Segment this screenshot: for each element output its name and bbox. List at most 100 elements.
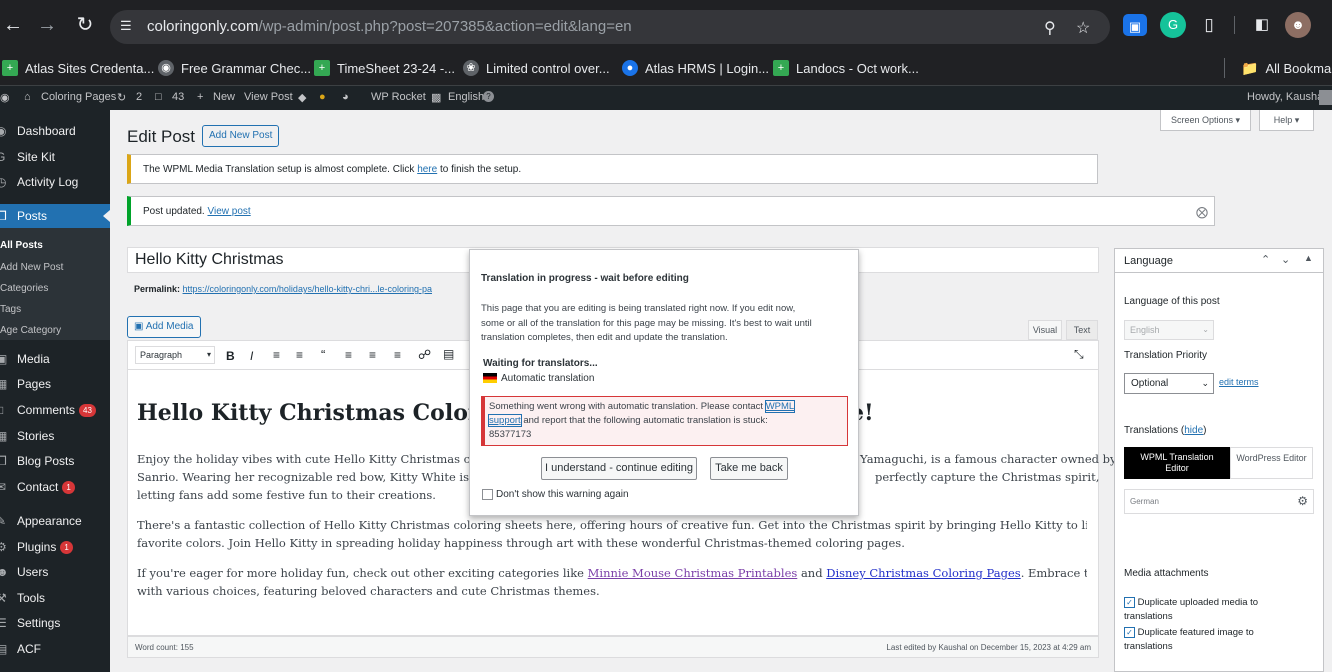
menu-acf[interactable]: ▤ ACF xyxy=(0,637,110,661)
read-more-icon[interactable]: ▤ xyxy=(443,347,454,361)
screen-options-button[interactable]: Screen Options ▾ xyxy=(1160,110,1251,131)
bookmark-limited-control[interactable]: ❀ Limited control over... xyxy=(463,57,610,79)
priority-select[interactable]: Optional ⌄ xyxy=(1124,373,1214,394)
continue-editing-button[interactable]: I understand - continue editing xyxy=(541,457,697,480)
bookmark-grammar[interactable]: ◉ Free Grammar Chec... xyxy=(158,57,311,79)
yoast-icon[interactable]: ◆ xyxy=(298,91,306,104)
duplicate-media-checkbox[interactable]: ✓ xyxy=(1124,596,1135,608)
menu-plugins[interactable]: ⚙ Plugins 1 xyxy=(0,535,110,559)
dismiss-icon[interactable]: ⨂ xyxy=(1196,197,1208,227)
extensions-puzzle-icon[interactable]: ▯ xyxy=(1196,12,1222,38)
reload-icon[interactable]: ↻ xyxy=(72,12,98,38)
translation-priority-label: Translation Priority xyxy=(1124,350,1207,361)
updates-icon[interactable]: ↻ xyxy=(117,91,126,104)
profile-avatar[interactable]: ☻ xyxy=(1285,12,1311,38)
jetpack-icon[interactable]: ◕ xyxy=(342,91,349,103)
forward-arrow-icon[interactable]: → xyxy=(34,12,60,38)
comments-count[interactable]: 43 xyxy=(172,91,184,103)
menu-site-kit[interactable]: G Site Kit xyxy=(0,145,110,169)
all-bookmarks-folder[interactable]: 📁All Bookmarks xyxy=(1241,57,1332,79)
format-select[interactable]: Paragraph ▾ xyxy=(135,346,215,364)
menu-users[interactable]: ☻ Users xyxy=(0,560,110,584)
link-icon[interactable]: ☍ xyxy=(418,347,431,363)
submenu-age-category[interactable]: Age Category xyxy=(0,325,110,336)
howdy-user[interactable]: Howdy, Kaushal xyxy=(1247,91,1326,103)
menu-contact[interactable]: ✉ Contact 1 xyxy=(0,475,110,499)
bookmark-timesheet[interactable]: + TimeSheet 23-24 -... xyxy=(314,57,455,79)
numbered-list-icon[interactable]: ≡ xyxy=(296,348,303,362)
user-avatar[interactable] xyxy=(1319,90,1332,105)
address-bar[interactable]: ☰ coloringonly.com/wp-admin/post.php?pos… xyxy=(110,10,1110,44)
duplicate-featured-checkbox[interactable]: ✓ xyxy=(1124,626,1135,638)
permalink-url[interactable]: https://coloringonly.com/holidays/hello-… xyxy=(183,284,432,294)
align-left-icon[interactable]: ≡ xyxy=(345,348,352,362)
toggle-arrow-icon[interactable]: ▲ xyxy=(1304,253,1313,263)
notice-here-link[interactable]: here xyxy=(417,164,437,175)
gear-icon[interactable]: ⚙ xyxy=(1297,490,1308,513)
tab-visual[interactable]: Visual xyxy=(1028,320,1062,340)
italic-icon[interactable]: I xyxy=(250,349,253,363)
minnie-mouse-link[interactable]: Minnie Mouse Christmas Printables xyxy=(588,566,798,580)
wordpress-editor-button[interactable]: WordPress Editor xyxy=(1230,447,1313,479)
wordpress-logo-icon[interactable]: ◉ xyxy=(0,91,10,104)
submenu-tags[interactable]: Tags xyxy=(0,304,110,315)
menu-settings[interactable]: ☰ Settings xyxy=(0,611,110,635)
grammarly-extension-icon[interactable]: G xyxy=(1160,12,1186,38)
tab-text[interactable]: Text xyxy=(1066,320,1098,340)
bullet-list-icon[interactable]: ≡ xyxy=(273,348,280,362)
new-link[interactable]: New xyxy=(213,91,235,103)
content-heading-left: Hello Kitty Christmas Colori xyxy=(137,400,488,426)
menu-blog-posts[interactable]: ❒ Blog Posts xyxy=(0,449,110,473)
wpml-translation-editor-button[interactable]: WPML Translation Editor xyxy=(1124,447,1230,479)
updates-count[interactable]: 2 xyxy=(136,91,142,103)
add-media-button[interactable]: ▣ Add Media xyxy=(127,316,201,338)
bookmark-landocs[interactable]: + Landocs - Oct work... xyxy=(773,57,919,79)
disney-christmas-link[interactable]: Disney Christmas Coloring Pages xyxy=(826,566,1020,580)
chevron-down-icon[interactable]: ⌄ xyxy=(1281,253,1290,266)
star-icon[interactable]: ☆ xyxy=(1076,18,1090,38)
add-new-post-button[interactable]: Add New Post xyxy=(202,125,280,147)
submenu-categories[interactable]: Categories xyxy=(0,283,110,294)
menu-comments[interactable]: □Comments43 xyxy=(0,398,110,422)
wp-rocket-link[interactable]: WP Rocket xyxy=(371,91,426,103)
site-settings-icon[interactable]: ☰ xyxy=(120,18,136,34)
view-post-link[interactable]: View post xyxy=(208,206,251,217)
help-icon[interactable]: ? xyxy=(483,91,494,102)
status-dot-icon[interactable]: ● xyxy=(319,91,326,103)
chevron-up-icon[interactable]: ⌃ xyxy=(1261,253,1270,266)
edit-terms-link[interactable]: edit terms xyxy=(1219,377,1259,387)
side-panel-icon[interactable]: ◧ xyxy=(1249,12,1275,38)
align-right-icon[interactable]: ≡ xyxy=(394,348,401,362)
help-button[interactable]: Help ▾ xyxy=(1259,110,1314,131)
hide-link[interactable]: hide xyxy=(1184,425,1203,436)
language-select[interactable]: English ⌄ xyxy=(1124,320,1214,340)
view-post-link[interactable]: View Post xyxy=(244,91,293,103)
plus-icon[interactable]: + xyxy=(197,91,203,103)
menu-activity-log[interactable]: ◷ Activity Log xyxy=(0,170,110,194)
bookmark-atlas-sites[interactable]: + Atlas Sites Credenta... xyxy=(2,57,154,79)
menu-media[interactable]: ▣ Media xyxy=(0,347,110,371)
menu-appearance[interactable]: ✎ Appearance xyxy=(0,509,110,533)
bold-icon[interactable]: B xyxy=(226,349,235,363)
screencast-extension-icon[interactable]: ▣ xyxy=(1123,14,1147,36)
submenu-add-new-post[interactable]: Add New Post xyxy=(0,262,110,273)
comments-icon[interactable]: □ xyxy=(155,91,162,103)
bookmark-atlas-hrms[interactable]: ● Atlas HRMS | Login... xyxy=(622,57,769,79)
menu-pages[interactable]: ▦ Pages xyxy=(0,372,110,396)
back-arrow-icon[interactable]: ← xyxy=(0,12,26,38)
site-name-link[interactable]: Coloring Pages xyxy=(41,91,116,103)
language-switcher[interactable]: English xyxy=(448,91,484,103)
submenu-all-posts[interactable]: All Posts xyxy=(0,240,110,251)
menu-dashboard[interactable]: ◉ Dashboard xyxy=(0,119,110,143)
search-icon[interactable]: ⚲ xyxy=(1044,18,1056,38)
url-text[interactable]: coloringonly.com/wp-admin/post.php?post=… xyxy=(147,18,632,35)
menu-posts[interactable]: ❒ Posts xyxy=(0,204,110,228)
menu-tools[interactable]: ⚒ Tools xyxy=(0,586,110,610)
menu-stories[interactable]: ▦ Stories xyxy=(0,424,110,448)
dont-show-checkbox[interactable] xyxy=(482,489,493,500)
p1-line1-left: Enjoy the holiday vibes with cute Hello … xyxy=(137,452,505,466)
take-me-back-button[interactable]: Take me back xyxy=(710,457,788,480)
fullscreen-icon[interactable]: ⤡ xyxy=(1074,347,1084,362)
blockquote-icon[interactable]: “ xyxy=(321,347,325,362)
align-center-icon[interactable]: ≡ xyxy=(369,348,376,362)
